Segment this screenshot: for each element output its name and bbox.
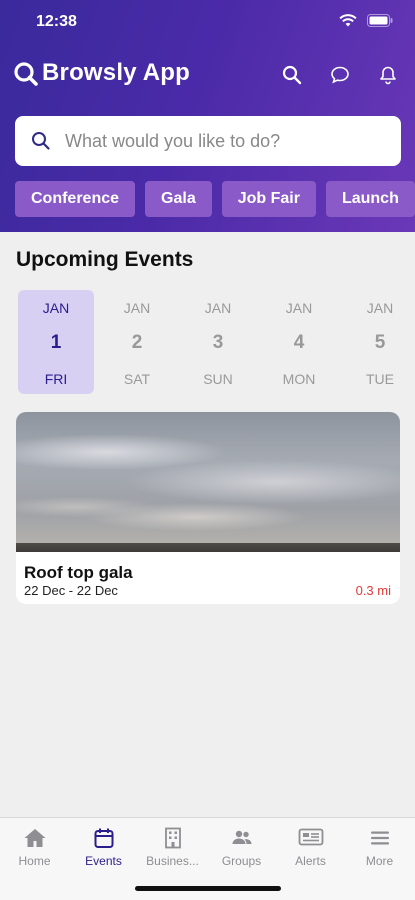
date-day: 4 <box>293 332 305 353</box>
people-icon <box>207 826 276 850</box>
battery-icon <box>367 14 393 32</box>
building-icon <box>138 826 207 850</box>
menu-icon <box>345 826 414 850</box>
date-item[interactable]: JAN 4 MON <box>261 290 337 394</box>
bell-icon <box>380 66 396 85</box>
date-month: JAN <box>204 300 232 316</box>
tab-label: Groups <box>221 854 262 868</box>
tab-groups[interactable]: Groups <box>207 826 276 868</box>
date-item[interactable]: JAN 5 TUE <box>342 290 415 394</box>
date-item[interactable]: JAN 3 SUN <box>180 290 256 394</box>
date-day: 3 <box>212 332 224 353</box>
header: 12:38 Browsly App What would you like to… <box>0 0 415 232</box>
date-weekday: FRI <box>44 371 68 387</box>
date-weekday: TUE <box>366 371 394 387</box>
event-distance: 0.3 mi <box>355 583 391 598</box>
app-bar-actions <box>279 62 401 88</box>
date-day: 2 <box>131 332 143 353</box>
tab-more[interactable]: More <box>345 826 414 868</box>
date-item[interactable]: JAN 2 SAT <box>99 290 175 394</box>
date-item[interactable]: JAN 1 FRI <box>18 290 94 394</box>
chip-gala[interactable]: Gala <box>145 181 212 217</box>
category-chips: Conference Gala Job Fair Launch <box>15 181 415 217</box>
tab-label: Home <box>18 854 51 868</box>
tab-label: More <box>365 854 394 868</box>
logo-icon <box>12 60 40 88</box>
chat-button[interactable] <box>327 62 353 88</box>
notifications-button[interactable] <box>375 62 401 88</box>
app-title: Browsly App <box>42 59 190 86</box>
alerts-icon <box>276 826 345 850</box>
tab-alerts[interactable]: Alerts <box>276 826 345 868</box>
status-time: 12:38 <box>36 13 77 30</box>
date-weekday: MON <box>282 371 316 387</box>
chip-job-fair[interactable]: Job Fair <box>221 181 316 217</box>
date-month: JAN <box>366 300 394 316</box>
date-day: 5 <box>374 332 386 353</box>
chat-icon <box>331 66 349 84</box>
calendar-icon <box>69 826 138 850</box>
search-button[interactable] <box>279 62 305 88</box>
event-card[interactable]: Roof top gala 22 Dec - 22 Dec 0.3 mi <box>16 412 400 604</box>
date-weekday: SAT <box>123 371 151 387</box>
search-icon <box>282 65 302 85</box>
home-icon <box>0 826 69 850</box>
search-icon <box>31 131 51 151</box>
event-image-horizon <box>16 543 400 552</box>
date-day: 1 <box>50 332 62 353</box>
event-dates: 22 Dec - 22 Dec <box>24 583 118 598</box>
tab-label: Alerts <box>295 854 326 868</box>
tab-events[interactable]: Events <box>69 826 138 868</box>
date-month: JAN <box>42 300 70 316</box>
chip-launch[interactable]: Launch <box>325 181 415 217</box>
tab-home[interactable]: Home <box>0 826 69 868</box>
status-bar: 12:38 <box>0 0 415 44</box>
event-title: Roof top gala <box>24 563 133 582</box>
event-image <box>16 412 400 552</box>
date-selector: JAN 1 FRI JAN 2 SAT JAN 3 SUN JAN 4 MON … <box>18 290 415 394</box>
tab-label: Busines... <box>146 854 199 868</box>
tab-business[interactable]: Busines... <box>138 826 207 868</box>
app-bar: Browsly App <box>0 52 415 96</box>
search-input[interactable] <box>65 130 385 152</box>
chip-conference[interactable]: Conference <box>15 181 136 217</box>
date-weekday: SUN <box>203 371 233 387</box>
status-icons <box>339 14 393 32</box>
home-indicator <box>135 886 281 891</box>
tab-label: Events <box>85 854 122 868</box>
section-title: Upcoming Events <box>16 248 194 271</box>
date-month: JAN <box>123 300 151 316</box>
date-month: JAN <box>285 300 313 316</box>
search-bar[interactable] <box>15 116 401 166</box>
wifi-icon <box>339 14 357 32</box>
